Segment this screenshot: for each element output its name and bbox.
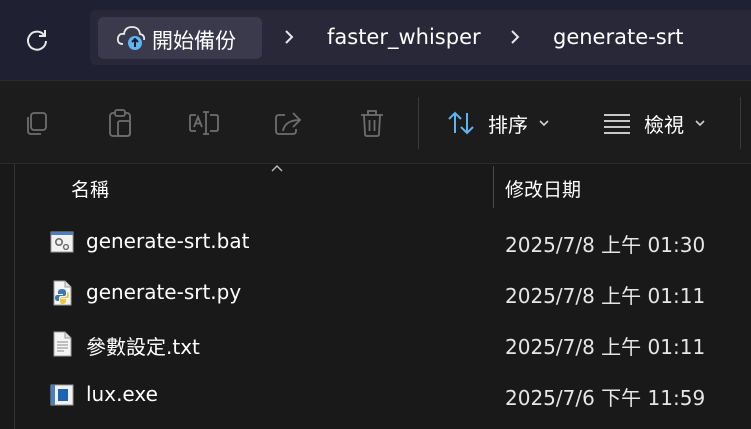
column-header-row: 名稱 修改日期 <box>0 164 751 208</box>
batch-file-icon <box>50 231 74 253</box>
toolbar-divider <box>740 97 741 149</box>
toolbar-divider <box>418 97 419 149</box>
breadcrumb: 開始備份 faster_whisper generate-srt <box>90 10 751 65</box>
column-header-name[interactable]: 名稱 <box>71 175 109 202</box>
share-button[interactable] <box>270 105 306 141</box>
file-name: lux.exe <box>86 382 158 406</box>
list-item[interactable]: generate-srt.bat 2025/7/8 上午 01:30 <box>40 217 751 265</box>
file-date-modified: 2025/7/8 上午 01:30 <box>505 233 706 257</box>
command-bar: 排序 檢視 <box>0 80 751 164</box>
paste-button[interactable] <box>102 105 138 141</box>
chevron-down-icon <box>695 120 705 127</box>
python-file-icon <box>53 280 72 306</box>
exe-file-icon <box>50 384 74 406</box>
share-icon <box>275 112 302 135</box>
paste-icon <box>109 109 131 137</box>
file-name: generate-srt.py <box>86 280 242 304</box>
rename-button[interactable] <box>186 105 222 141</box>
refresh-icon <box>27 30 47 51</box>
file-name: generate-srt.bat <box>86 229 250 253</box>
view-list-icon <box>604 114 630 134</box>
breadcrumb-home-label: 開始備份 <box>152 29 236 53</box>
delete-icon <box>361 110 383 137</box>
cloud-backup-icon <box>116 26 146 50</box>
address-bar: 開始備份 faster_whisper generate-srt <box>0 0 751 80</box>
chevron-down-icon <box>539 120 549 127</box>
file-list: 名稱 修改日期 generate-srt.bat 2025/7/8 上午 01:… <box>0 164 751 429</box>
file-date-modified: 2025/7/8 上午 01:11 <box>505 335 706 359</box>
file-name: 參數設定.txt <box>86 335 200 359</box>
sort-label: 排序 <box>488 112 528 137</box>
breadcrumb-item-faster-whisper[interactable]: faster_whisper <box>327 25 481 49</box>
column-divider[interactable] <box>493 166 494 208</box>
rename-icon <box>189 111 219 135</box>
copy-button[interactable] <box>18 105 54 141</box>
copy-icon <box>27 112 47 135</box>
file-date-modified: 2025/7/8 上午 01:11 <box>505 284 706 308</box>
view-button[interactable]: 檢視 <box>602 105 706 141</box>
chevron-right-icon[interactable] <box>508 26 522 48</box>
column-header-date-modified[interactable]: 修改日期 <box>505 175 581 202</box>
text-file-icon <box>53 331 72 357</box>
list-item[interactable]: generate-srt.py 2025/7/8 上午 01:11 <box>40 268 751 316</box>
breadcrumb-item-generate-srt[interactable]: generate-srt <box>553 25 684 49</box>
sort-button[interactable]: 排序 <box>446 105 550 141</box>
delete-button[interactable] <box>354 105 390 141</box>
sort-icon <box>448 111 474 135</box>
chevron-right-icon[interactable] <box>282 26 296 48</box>
refresh-button[interactable] <box>22 25 52 55</box>
view-label: 檢視 <box>644 112 684 137</box>
file-date-modified: 2025/7/6 下午 11:59 <box>505 386 706 410</box>
list-item[interactable]: 參數設定.txt 2025/7/8 上午 01:11 <box>40 319 751 367</box>
list-item[interactable]: lux.exe 2025/7/6 下午 11:59 <box>40 370 751 418</box>
breadcrumb-home[interactable]: 開始備份 <box>98 17 262 59</box>
sort-ascending-caret-icon <box>271 165 283 172</box>
